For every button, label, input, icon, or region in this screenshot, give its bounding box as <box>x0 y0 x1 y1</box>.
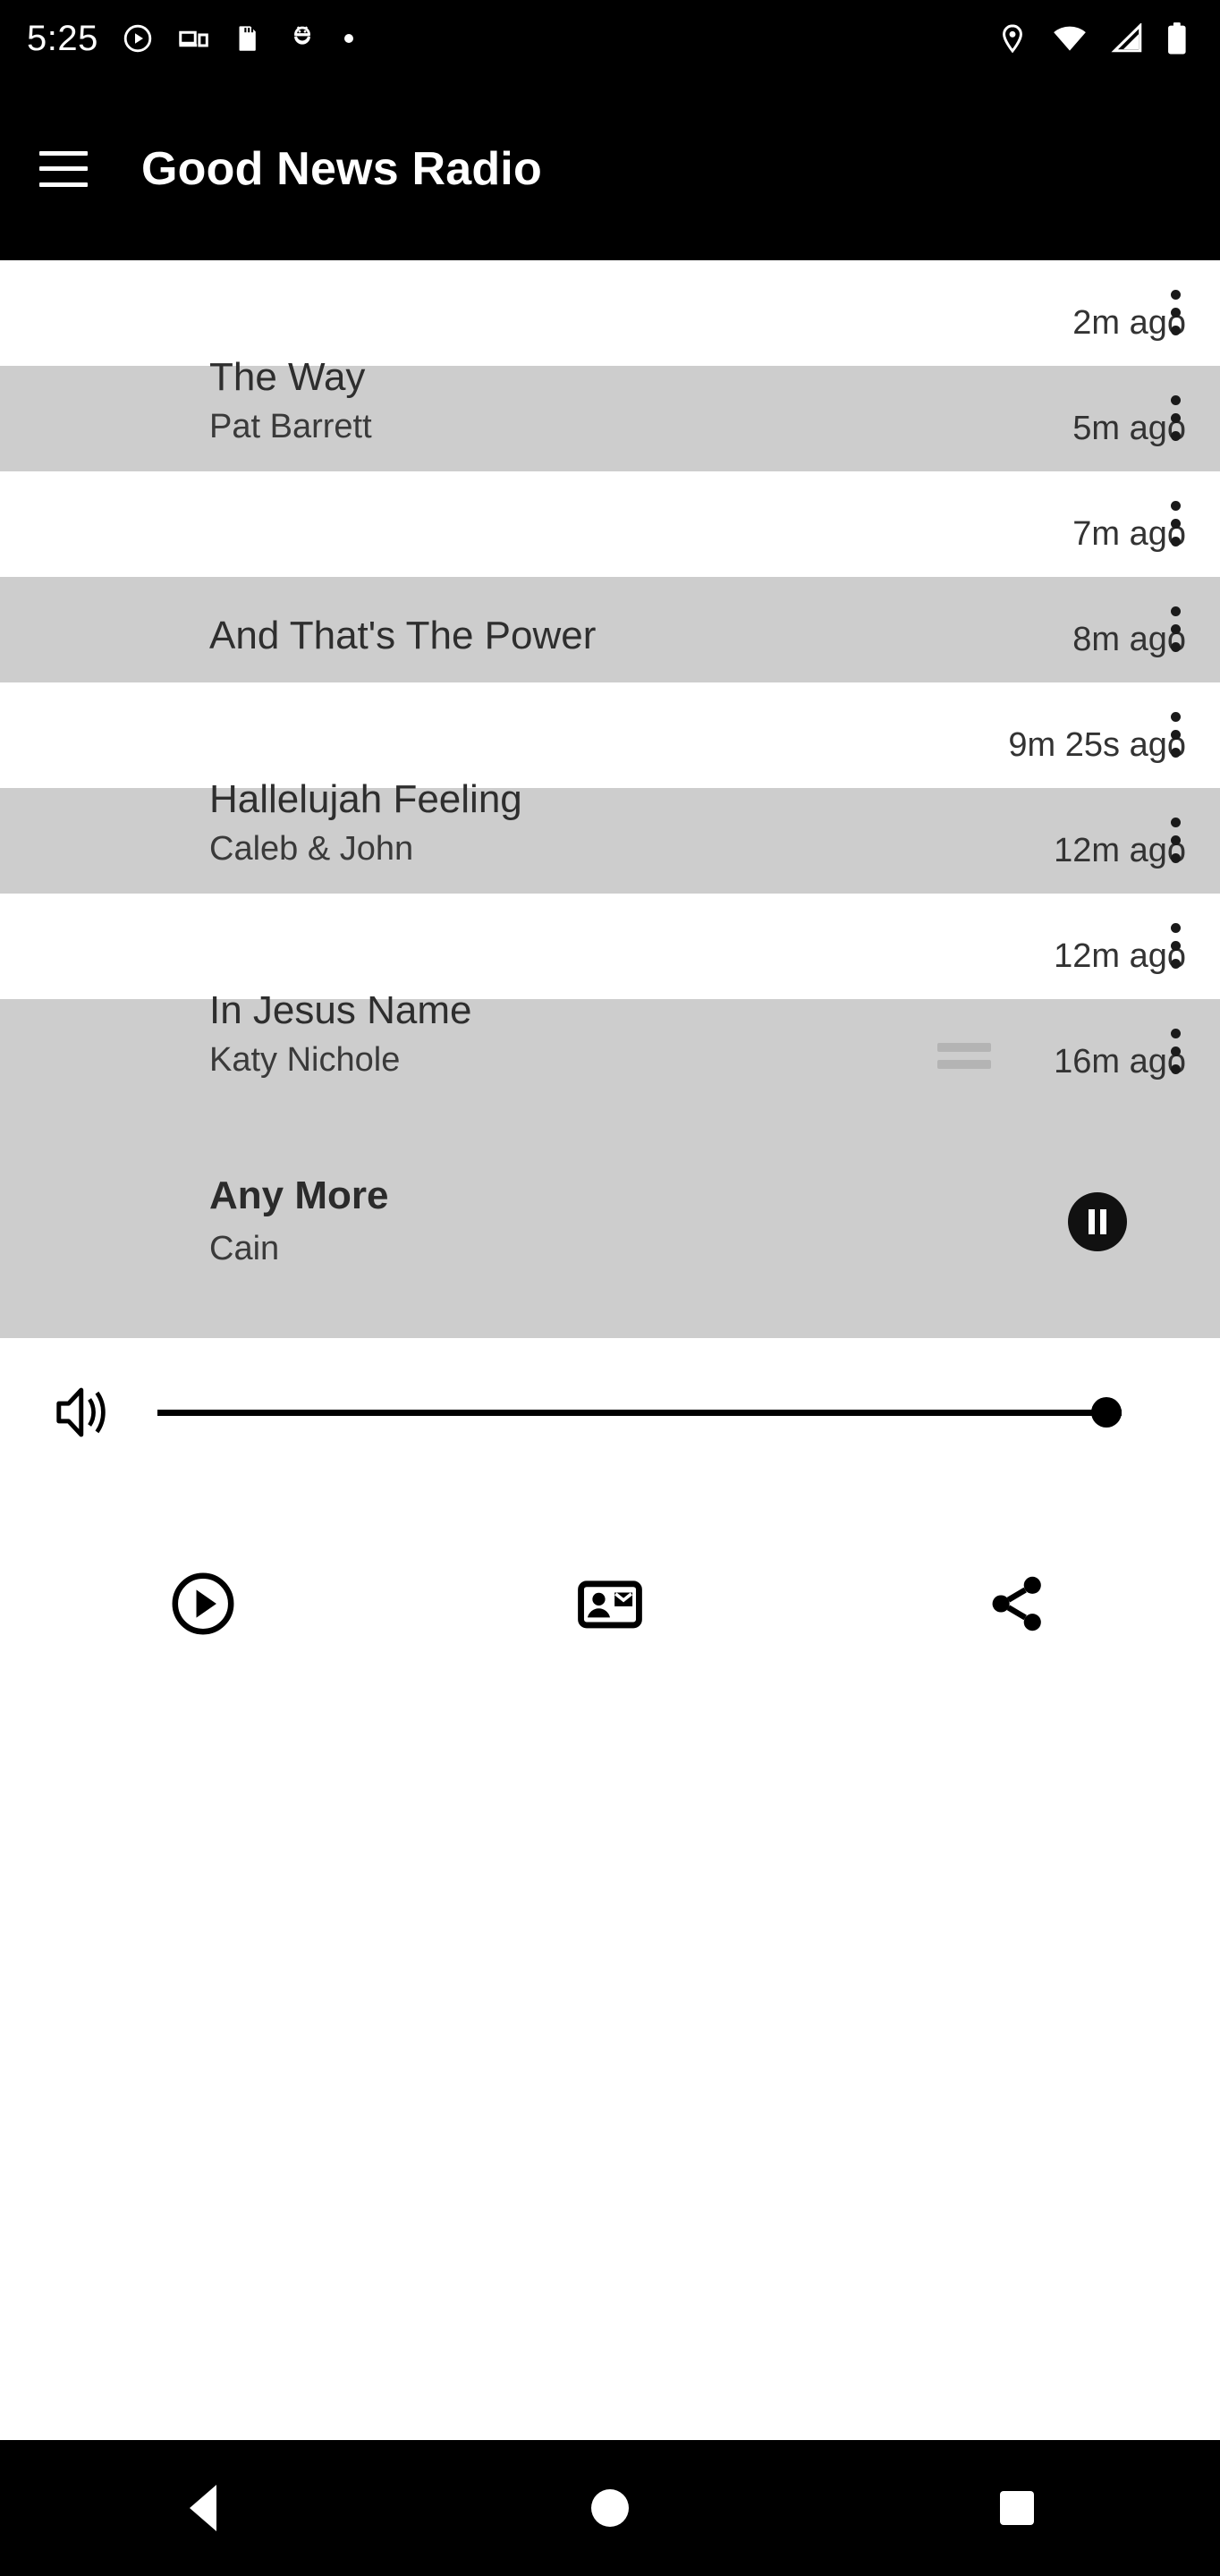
now-playing-artist: Cain <box>209 1230 280 1268</box>
song-history-list[interactable]: 2m ago The Way Pat Barrett 5m ago 7m ago And … <box>0 260 1220 1105</box>
status-bar-left: 5:25 <box>0 21 356 56</box>
wifi-icon <box>1054 26 1086 51</box>
recents-square-icon <box>999 2491 1034 2525</box>
song-timestamp: 16m ago <box>1054 1043 1186 1080</box>
song-artist: Caleb & John <box>209 830 414 869</box>
volume-up-icon[interactable] <box>52 1381 122 1444</box>
song-timestamp: 12m ago <box>1054 832 1186 869</box>
row-overflow-menu-icon[interactable] <box>1156 395 1195 441</box>
row-overflow-menu-icon[interactable] <box>1156 290 1195 335</box>
status-bar: 5:25 <box>0 0 1220 77</box>
table-row[interactable]: 9m 25s ago <box>0 682 1220 788</box>
table-row[interactable]: 12m ago <box>0 894 1220 999</box>
back-triangle-icon <box>190 2485 217 2531</box>
pause-icon[interactable] <box>1068 1191 1127 1251</box>
hamburger-menu-icon[interactable] <box>39 150 88 187</box>
share-icon <box>992 1576 1041 1631</box>
app-bar: Good News Radio <box>0 77 1220 260</box>
play-circle-outline-icon <box>172 1572 234 1635</box>
status-bar-clock: 5:25 <box>27 19 98 58</box>
drag-handle-icon[interactable] <box>937 1043 992 1069</box>
row-text: In Jesus Name Katy Nichole <box>0 987 937 1082</box>
song-timestamp: 7m ago <box>1072 515 1186 553</box>
song-timestamp: 2m ago <box>1072 304 1186 342</box>
row-text: And That's The Power <box>0 613 1072 659</box>
table-row[interactable]: 2m ago <box>0 260 1220 366</box>
phone-screen: 5:25 Good News Radio 2m ago The Way Pat … <box>0 0 1220 2576</box>
song-timestamp: 5m ago <box>1072 410 1186 447</box>
table-row[interactable]: Hallelujah Feeling Caleb & John 12m ago <box>0 777 1220 894</box>
song-artist: Pat Barrett <box>209 408 372 446</box>
volume-slider[interactable] <box>157 1385 1122 1439</box>
row-text: Hallelujah Feeling Caleb & John <box>0 776 1054 871</box>
song-timestamp: 12m ago <box>1054 937 1186 975</box>
volume-row <box>0 1338 1220 1487</box>
play-circle-icon <box>123 24 152 53</box>
battery-icon <box>1168 22 1186 55</box>
cell-signal-icon <box>1111 23 1142 53</box>
sd-card-icon <box>239 26 256 51</box>
system-nav-bar <box>0 2440 1220 2576</box>
contact-mail-icon <box>578 1580 642 1629</box>
contact-button[interactable] <box>407 1571 814 1637</box>
song-timestamp: 8m ago <box>1072 621 1186 658</box>
status-bar-right <box>996 21 1220 55</box>
table-row[interactable]: The Way Pat Barrett 5m ago <box>0 355 1220 471</box>
nav-recents-button[interactable] <box>813 2491 1220 2525</box>
dot-icon <box>343 34 353 43</box>
row-overflow-menu-icon[interactable] <box>1156 1029 1195 1074</box>
row-overflow-menu-icon[interactable] <box>1156 923 1195 969</box>
song-title: In Jesus Name <box>209 987 472 1032</box>
nav-home-button[interactable] <box>407 2489 814 2527</box>
now-playing-text: Any More Cain <box>209 1173 388 1269</box>
share-button[interactable] <box>813 1571 1220 1637</box>
row-overflow-menu-icon[interactable] <box>1156 606 1195 652</box>
nav-back-button[interactable] <box>0 2485 407 2531</box>
volume-track <box>157 1409 1122 1416</box>
play-button[interactable] <box>0 1569 407 1639</box>
home-circle-icon <box>591 2489 629 2527</box>
table-row[interactable]: 7m ago <box>0 471 1220 577</box>
now-playing-title: Any More <box>209 1174 389 1218</box>
android-debug-icon <box>293 26 310 45</box>
page-title: Good News Radio <box>141 142 542 195</box>
table-row[interactable]: In Jesus Name Katy Nichole 16m ago <box>0 988 1220 1105</box>
song-artist: Katy Nichole <box>209 1041 401 1080</box>
volume-thumb[interactable] <box>1091 1397 1122 1428</box>
location-pin-icon <box>1003 24 1022 54</box>
table-row[interactable]: And That's The Power 8m ago <box>0 577 1220 682</box>
cast-devices-icon <box>179 30 208 47</box>
row-overflow-menu-icon[interactable] <box>1156 818 1195 863</box>
action-button-row <box>0 1519 1220 1689</box>
song-title: Hallelujah Feeling <box>209 776 522 821</box>
song-title: And That's The Power <box>209 614 597 658</box>
row-text: The Way Pat Barrett <box>0 354 1072 449</box>
now-playing-bar[interactable]: Any More Cain <box>0 1105 1220 1338</box>
row-overflow-menu-icon[interactable] <box>1156 501 1195 547</box>
song-title: The Way <box>209 354 366 399</box>
row-overflow-menu-icon[interactable] <box>1156 712 1195 758</box>
